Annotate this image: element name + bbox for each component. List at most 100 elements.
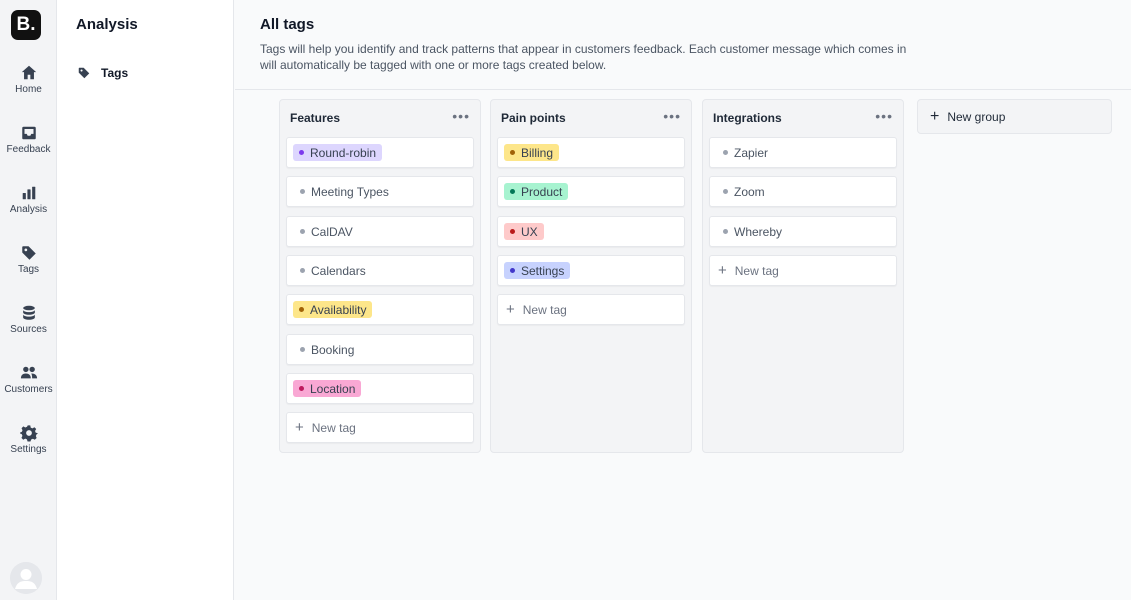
icon-rail: B. Home Feedback Analysis Tags Sources C… — [0, 0, 57, 600]
tag-label: Zapier — [734, 145, 769, 160]
nav-settings[interactable]: Settings — [0, 424, 57, 455]
nav-feedback[interactable]: Feedback — [0, 124, 57, 155]
user-avatar[interactable] — [10, 562, 42, 594]
tag-chip: Booking — [293, 341, 360, 358]
sidebar-item-tags[interactable]: Tags — [77, 66, 128, 80]
tag-dot-icon — [300, 268, 305, 273]
tag-label: CalDAV — [311, 224, 353, 239]
users-icon — [20, 366, 37, 379]
page-description: Tags will help you identify and track pa… — [260, 42, 907, 72]
more-options-icon[interactable]: ••• — [663, 108, 681, 124]
tag-group-features: Features ••• Round-robin Meeting Types C… — [279, 99, 481, 453]
page-title: All tags — [260, 16, 315, 33]
new-tag-label-wrap: + New tag — [504, 301, 567, 318]
tag-dot-icon — [723, 189, 728, 194]
nav-analysis[interactable]: Analysis — [0, 184, 57, 215]
tag-card[interactable]: Booking — [286, 334, 474, 365]
tag-card[interactable]: Meeting Types — [286, 176, 474, 207]
tag-dot-icon — [510, 189, 515, 194]
tag-dot-icon — [723, 150, 728, 155]
tag-icon — [21, 246, 36, 260]
tag-chip: Availability — [293, 301, 373, 318]
tag-chip: Whereby — [716, 223, 788, 240]
nav-tags[interactable]: Tags — [0, 244, 57, 275]
tag-group-integrations: Integrations ••• Zapier Zoom Whereby + Ne… — [702, 99, 904, 453]
inbox-icon — [21, 126, 36, 140]
more-options-icon[interactable]: ••• — [452, 108, 470, 124]
tag-dot-icon — [299, 150, 304, 155]
tag-chip: UX — [504, 223, 544, 240]
tag-label: Round-robin — [310, 145, 377, 160]
tag-card[interactable]: Zoom — [709, 176, 897, 207]
nav-customers[interactable]: Customers — [0, 364, 57, 395]
sidebar-title: Analysis — [76, 16, 138, 33]
tag-chip: Zoom — [716, 183, 771, 200]
tag-card[interactable]: Whereby — [709, 216, 897, 247]
tag-label: Billing — [521, 145, 554, 160]
tag-card[interactable]: CalDAV — [286, 216, 474, 247]
nav-customers-label: Customers — [4, 384, 53, 395]
secondary-sidebar: Analysis Tags — [57, 0, 234, 600]
new-tag-button[interactable]: + New tag — [286, 412, 474, 443]
group-title: Features — [290, 111, 341, 125]
main-content: All tags Tags will help you identify and… — [235, 0, 1131, 600]
tag-dot-icon — [300, 347, 305, 352]
tag-dot-icon — [300, 229, 305, 234]
tag-label: Location — [310, 381, 356, 396]
tag-label: Whereby — [734, 224, 783, 239]
tag-label: Settings — [521, 263, 565, 278]
tag-icon — [78, 67, 90, 79]
tag-card[interactable]: Round-robin — [286, 137, 474, 168]
new-group-button[interactable]: + New group — [917, 99, 1112, 134]
tag-card[interactable]: Product — [497, 176, 685, 207]
plus-icon: + — [506, 301, 515, 318]
tag-chip: Calendars — [293, 262, 372, 279]
tag-card[interactable]: Availability — [286, 294, 474, 325]
nav-sources-label: Sources — [10, 324, 47, 335]
new-tag-label: New tag — [734, 264, 779, 278]
nav-feedback-label: Feedback — [6, 144, 51, 155]
tag-label: Meeting Types — [311, 184, 389, 199]
tag-dot-icon — [299, 386, 304, 391]
plus-icon: + — [718, 262, 727, 279]
tag-card[interactable]: UX — [497, 216, 685, 247]
tag-dot-icon — [510, 268, 515, 273]
tag-label: Booking — [311, 342, 355, 357]
tag-chip: Billing — [504, 144, 560, 161]
page-header: All tags Tags will help you identify and… — [235, 0, 1131, 90]
tag-chip: Product — [504, 183, 569, 200]
tag-label: Availability — [310, 302, 367, 317]
new-tag-button[interactable]: + New tag — [497, 294, 685, 325]
user-avatar-icon — [10, 562, 42, 594]
more-options-icon[interactable]: ••• — [875, 108, 893, 124]
tag-dot-icon — [510, 229, 515, 234]
tag-card[interactable]: Calendars — [286, 255, 474, 286]
tag-card[interactable]: Zapier — [709, 137, 897, 168]
tag-label: Product — [521, 184, 563, 199]
tag-dot-icon — [723, 229, 728, 234]
new-tag-label-wrap: + New tag — [716, 262, 779, 279]
tag-chip: CalDAV — [293, 223, 359, 240]
tag-card[interactable]: Location — [286, 373, 474, 404]
tag-label: Calendars — [311, 263, 366, 278]
tag-card[interactable]: Billing — [497, 137, 685, 168]
tag-label: Zoom — [734, 184, 765, 199]
database-icon — [22, 305, 35, 320]
nav-home[interactable]: Home — [0, 64, 57, 95]
new-tag-button[interactable]: + New tag — [709, 255, 897, 286]
bar-chart-icon — [22, 186, 35, 200]
tag-dot-icon — [299, 307, 304, 312]
tag-card[interactable]: Settings — [497, 255, 685, 286]
app-logo[interactable]: B. — [11, 10, 41, 40]
home-icon — [21, 65, 36, 80]
nav-sources[interactable]: Sources — [0, 304, 57, 335]
tag-label: UX — [521, 224, 538, 239]
tag-chip: Zapier — [716, 144, 774, 161]
sidebar-item-label: Tags — [101, 66, 129, 80]
new-group-label: New group — [947, 109, 1006, 124]
nav-tags-label: Tags — [17, 264, 40, 275]
tag-group-pain-points: Pain points ••• Billing Product UX Setti… — [490, 99, 692, 453]
tag-chip: Meeting Types — [293, 183, 395, 200]
tag-chip: Settings — [504, 262, 571, 279]
tag-dot-icon — [510, 150, 515, 155]
